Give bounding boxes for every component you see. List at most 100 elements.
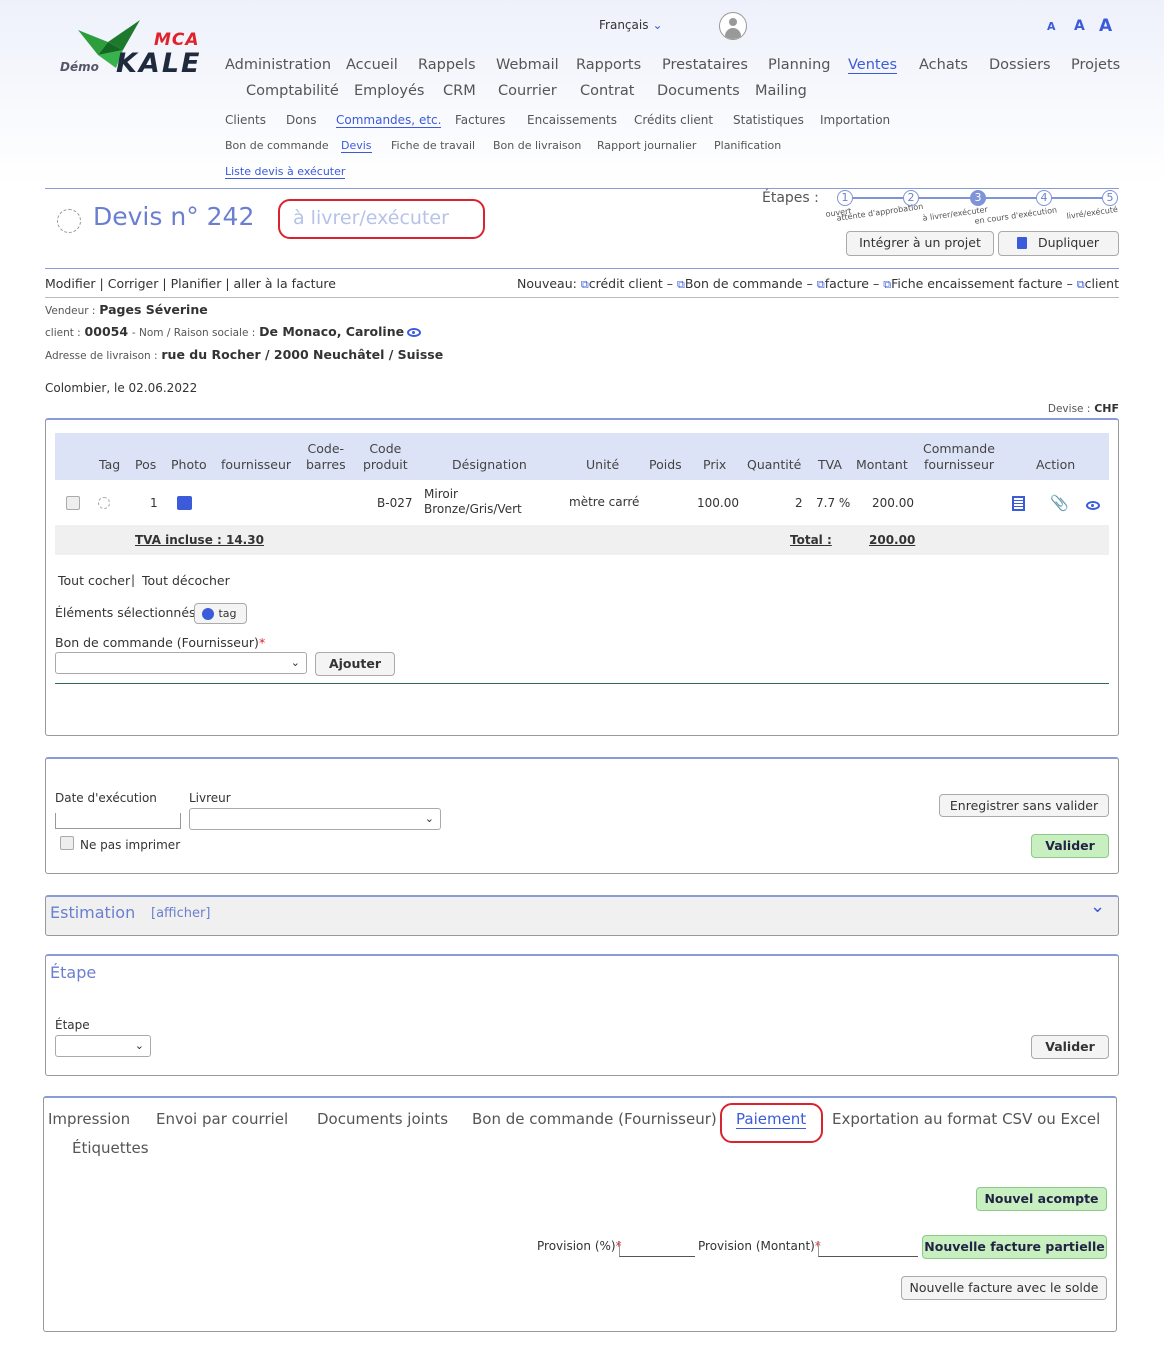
language-select[interactable]: Français ⌄ [599,18,663,32]
nav-administration[interactable]: Administration [225,57,331,73]
etape-valider-button[interactable]: Valider [1031,1035,1109,1059]
nouveau-credit-link[interactable]: crédit client [589,276,663,291]
nav-crm[interactable]: CRM [443,83,476,99]
document-icon[interactable] [1012,496,1025,511]
nouveau-fiche-link[interactable]: Fiche encaissement facture [891,276,1063,291]
nouveau-client-link[interactable]: client [1085,276,1119,291]
th-pos: Pos [135,457,157,472]
step-3[interactable]: 3 [970,190,986,206]
user-avatar-icon[interactable] [719,12,747,40]
livreur-select[interactable]: ⌄ [189,808,441,830]
sub-rapport-journalier[interactable]: Rapport journalier [597,139,696,152]
ajouter-button[interactable]: Ajouter [315,652,395,676]
image-icon[interactable] [177,496,192,510]
enregistrer-button[interactable]: Enregistrer sans valider [939,794,1109,817]
nav-prestataires[interactable]: Prestataires [662,57,748,73]
nav-dossiers[interactable]: Dossiers [989,57,1051,73]
external-link-icon: ⧉ [816,278,825,291]
date-execution-input[interactable] [55,813,181,829]
nav-employes[interactable]: Employés [354,83,424,99]
tout-decocher-link[interactable]: Tout décocher [142,573,230,588]
tab-envoi[interactable]: Envoi par courriel [156,1110,288,1128]
provision-montant-input[interactable] [818,1241,918,1257]
place-date: Colombier, le 02.06.2022 [45,381,198,395]
sub-fiche-de-travail[interactable]: Fiche de travail [391,139,475,152]
font-size-medium[interactable]: A [1074,18,1085,34]
sub-importation[interactable]: Importation [820,113,890,127]
copy-icon [1017,237,1027,249]
nav-achats[interactable]: Achats [919,57,968,73]
etape-select[interactable]: ⌄ [55,1035,151,1057]
nav-documents[interactable]: Documents [657,83,740,99]
bon-select[interactable]: ⌄ [55,652,307,674]
title-tag-circle[interactable] [57,209,81,233]
sub-encaissements[interactable]: Encaissements [527,113,617,127]
nav-rapports[interactable]: Rapports [576,57,641,73]
ne-pas-imprimer-checkbox[interactable] [60,836,74,850]
nouveau-bon-link[interactable]: Bon de commande [685,276,803,291]
provision-pct-input[interactable] [619,1241,695,1257]
date-execution-label: Date d'exécution [55,791,157,805]
sub-credits-client[interactable]: Crédits client [634,113,713,127]
step-5[interactable]: 5 [1102,190,1118,206]
sub-bon-de-commande[interactable]: Bon de commande [225,139,329,152]
sub-statistiques[interactable]: Statistiques [733,113,804,127]
sub-dons[interactable]: Dons [286,113,316,127]
chevron-down-icon[interactable]: ⌄ [1090,896,1105,917]
font-size-small[interactable]: A [1047,20,1056,33]
sub-commandes[interactable]: Commandes, etc. [336,113,442,128]
tab-bon-commande[interactable]: Bon de commande (Fournisseur) [472,1110,717,1128]
nouvel-acompte-button[interactable]: Nouvel acompte [976,1187,1107,1211]
nouveau-facture-link[interactable]: facture [825,276,869,291]
sub-devis[interactable]: Devis [341,139,372,153]
paperclip-icon[interactable]: 📎 [1050,494,1069,512]
th-quantite: Quantité [747,457,802,472]
steps-label: Étapes : [762,190,819,206]
facture-partielle-button[interactable]: Nouvelle facture partielle [922,1235,1107,1259]
dupliquer-button[interactable]: Dupliquer [998,231,1119,256]
nav-rappels[interactable]: Rappels [418,57,476,73]
row-tag-circle[interactable] [98,497,110,509]
sub-clients[interactable]: Clients [225,113,266,127]
devise-line: Devise : CHF [1048,401,1119,415]
bon-label-text: Bon de commande (Fournisseur) [55,635,259,650]
tab-documents[interactable]: Documents joints [317,1110,448,1128]
facture-solde-button[interactable]: Nouvelle facture avec le solde [901,1276,1107,1300]
integrer-projet-button[interactable]: Intégrer à un projet [846,231,994,256]
font-size-large[interactable]: A [1099,16,1112,36]
valider-button[interactable]: Valider [1031,834,1109,858]
afficher-link[interactable]: [afficher] [151,906,210,921]
nav-mailing[interactable]: Mailing [755,83,807,99]
nav-ventes[interactable]: Ventes [848,57,898,74]
tout-cocher-link[interactable]: Tout cocher [58,573,130,588]
corriger-link[interactable]: Corriger [108,276,159,291]
logo[interactable]: MCA Démo KALE [58,20,210,80]
nav-planning[interactable]: Planning [768,57,830,73]
eye-icon[interactable] [407,328,422,337]
row-checkbox[interactable] [66,496,80,510]
sub-planification[interactable]: Planification [714,139,781,152]
nav-contrat[interactable]: Contrat [580,83,634,99]
tab-etiquettes[interactable]: Étiquettes [72,1139,149,1157]
adresse-value: rue du Rocher / 2000 Neuchâtel / Suisse [161,347,444,362]
sub-liste-devis[interactable]: Liste devis à exécuter [225,165,346,179]
step-4[interactable]: 4 [1036,190,1052,206]
tab-impression[interactable]: Impression [48,1110,130,1128]
nav-projets[interactable]: Projets [1071,57,1120,73]
step-1[interactable]: 1 [837,190,853,206]
nav-webmail[interactable]: Webmail [496,57,559,73]
tag-button[interactable]: tag [194,603,247,624]
title-divider [45,268,1119,269]
tab-exportation[interactable]: Exportation au format CSV ou Excel [832,1110,1100,1128]
nav-comptabilite[interactable]: Comptabilité [246,83,339,99]
modifier-link[interactable]: Modifier [45,276,96,291]
sub-bon-de-livraison[interactable]: Bon de livraison [493,139,581,152]
external-link-icon: ⧉ [676,278,685,291]
planifier-link[interactable]: Planifier [171,276,222,291]
aller-facture-link[interactable]: aller à la facture [234,276,336,291]
bon-label: Bon de commande (Fournisseur)* [55,635,265,650]
nav-accueil[interactable]: Accueil [346,57,398,73]
sub-factures[interactable]: Factures [455,113,505,127]
eye-icon[interactable] [1086,501,1100,510]
nav-courrier[interactable]: Courrier [498,83,557,99]
